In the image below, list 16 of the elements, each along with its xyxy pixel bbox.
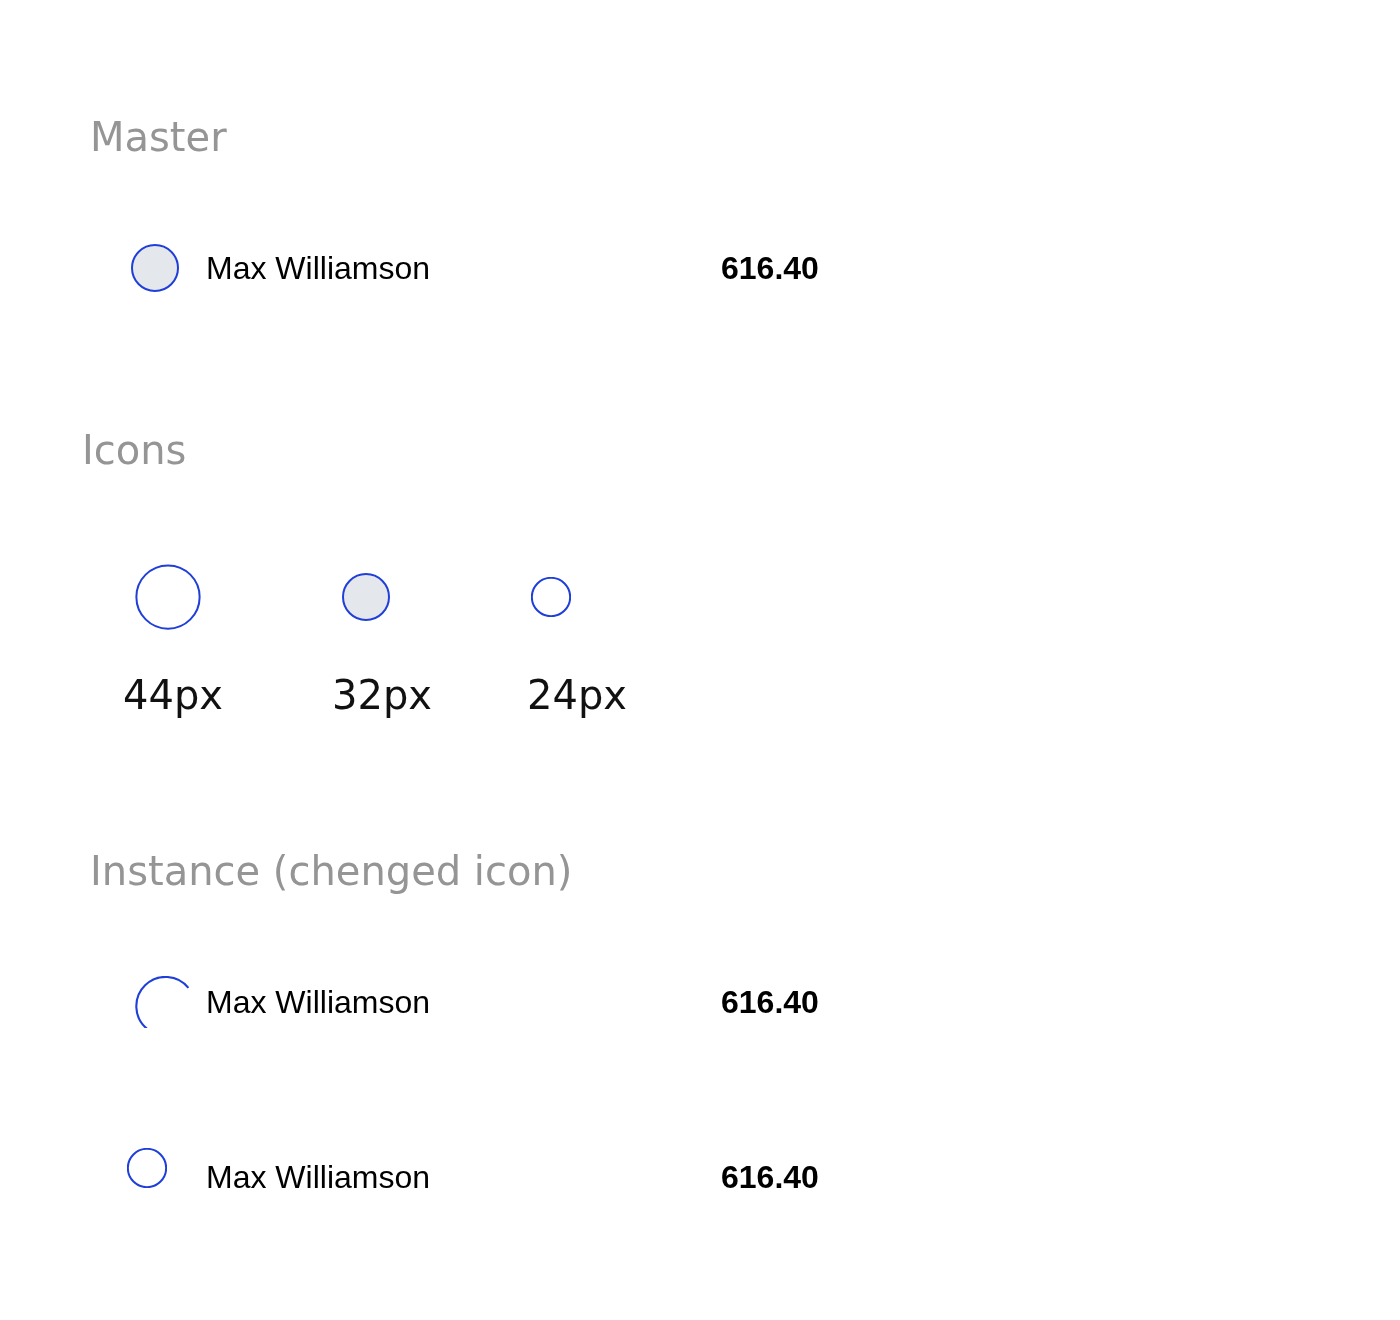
person-name: Max Williamson — [206, 983, 431, 1022]
person-name: Max Williamson — [206, 249, 431, 288]
size-label: 32px — [332, 671, 432, 719]
section-title: Instance (chenged icon) — [90, 847, 573, 895]
circle-icon — [135, 564, 201, 630]
filled-circle-icon — [342, 573, 390, 621]
section-title: Master — [90, 113, 227, 161]
section-title: Icons — [82, 426, 187, 474]
amount-text: 616.40 — [721, 1158, 819, 1197]
arc-icon — [135, 976, 190, 1029]
size-label: 24px — [527, 671, 627, 719]
amount-text: 616.40 — [721, 983, 819, 1022]
person-name: Max Williamson — [206, 1158, 431, 1197]
amount-text: 616.40 — [721, 249, 819, 288]
size-label: 44px — [123, 671, 223, 719]
filled-circle-icon — [131, 244, 179, 292]
